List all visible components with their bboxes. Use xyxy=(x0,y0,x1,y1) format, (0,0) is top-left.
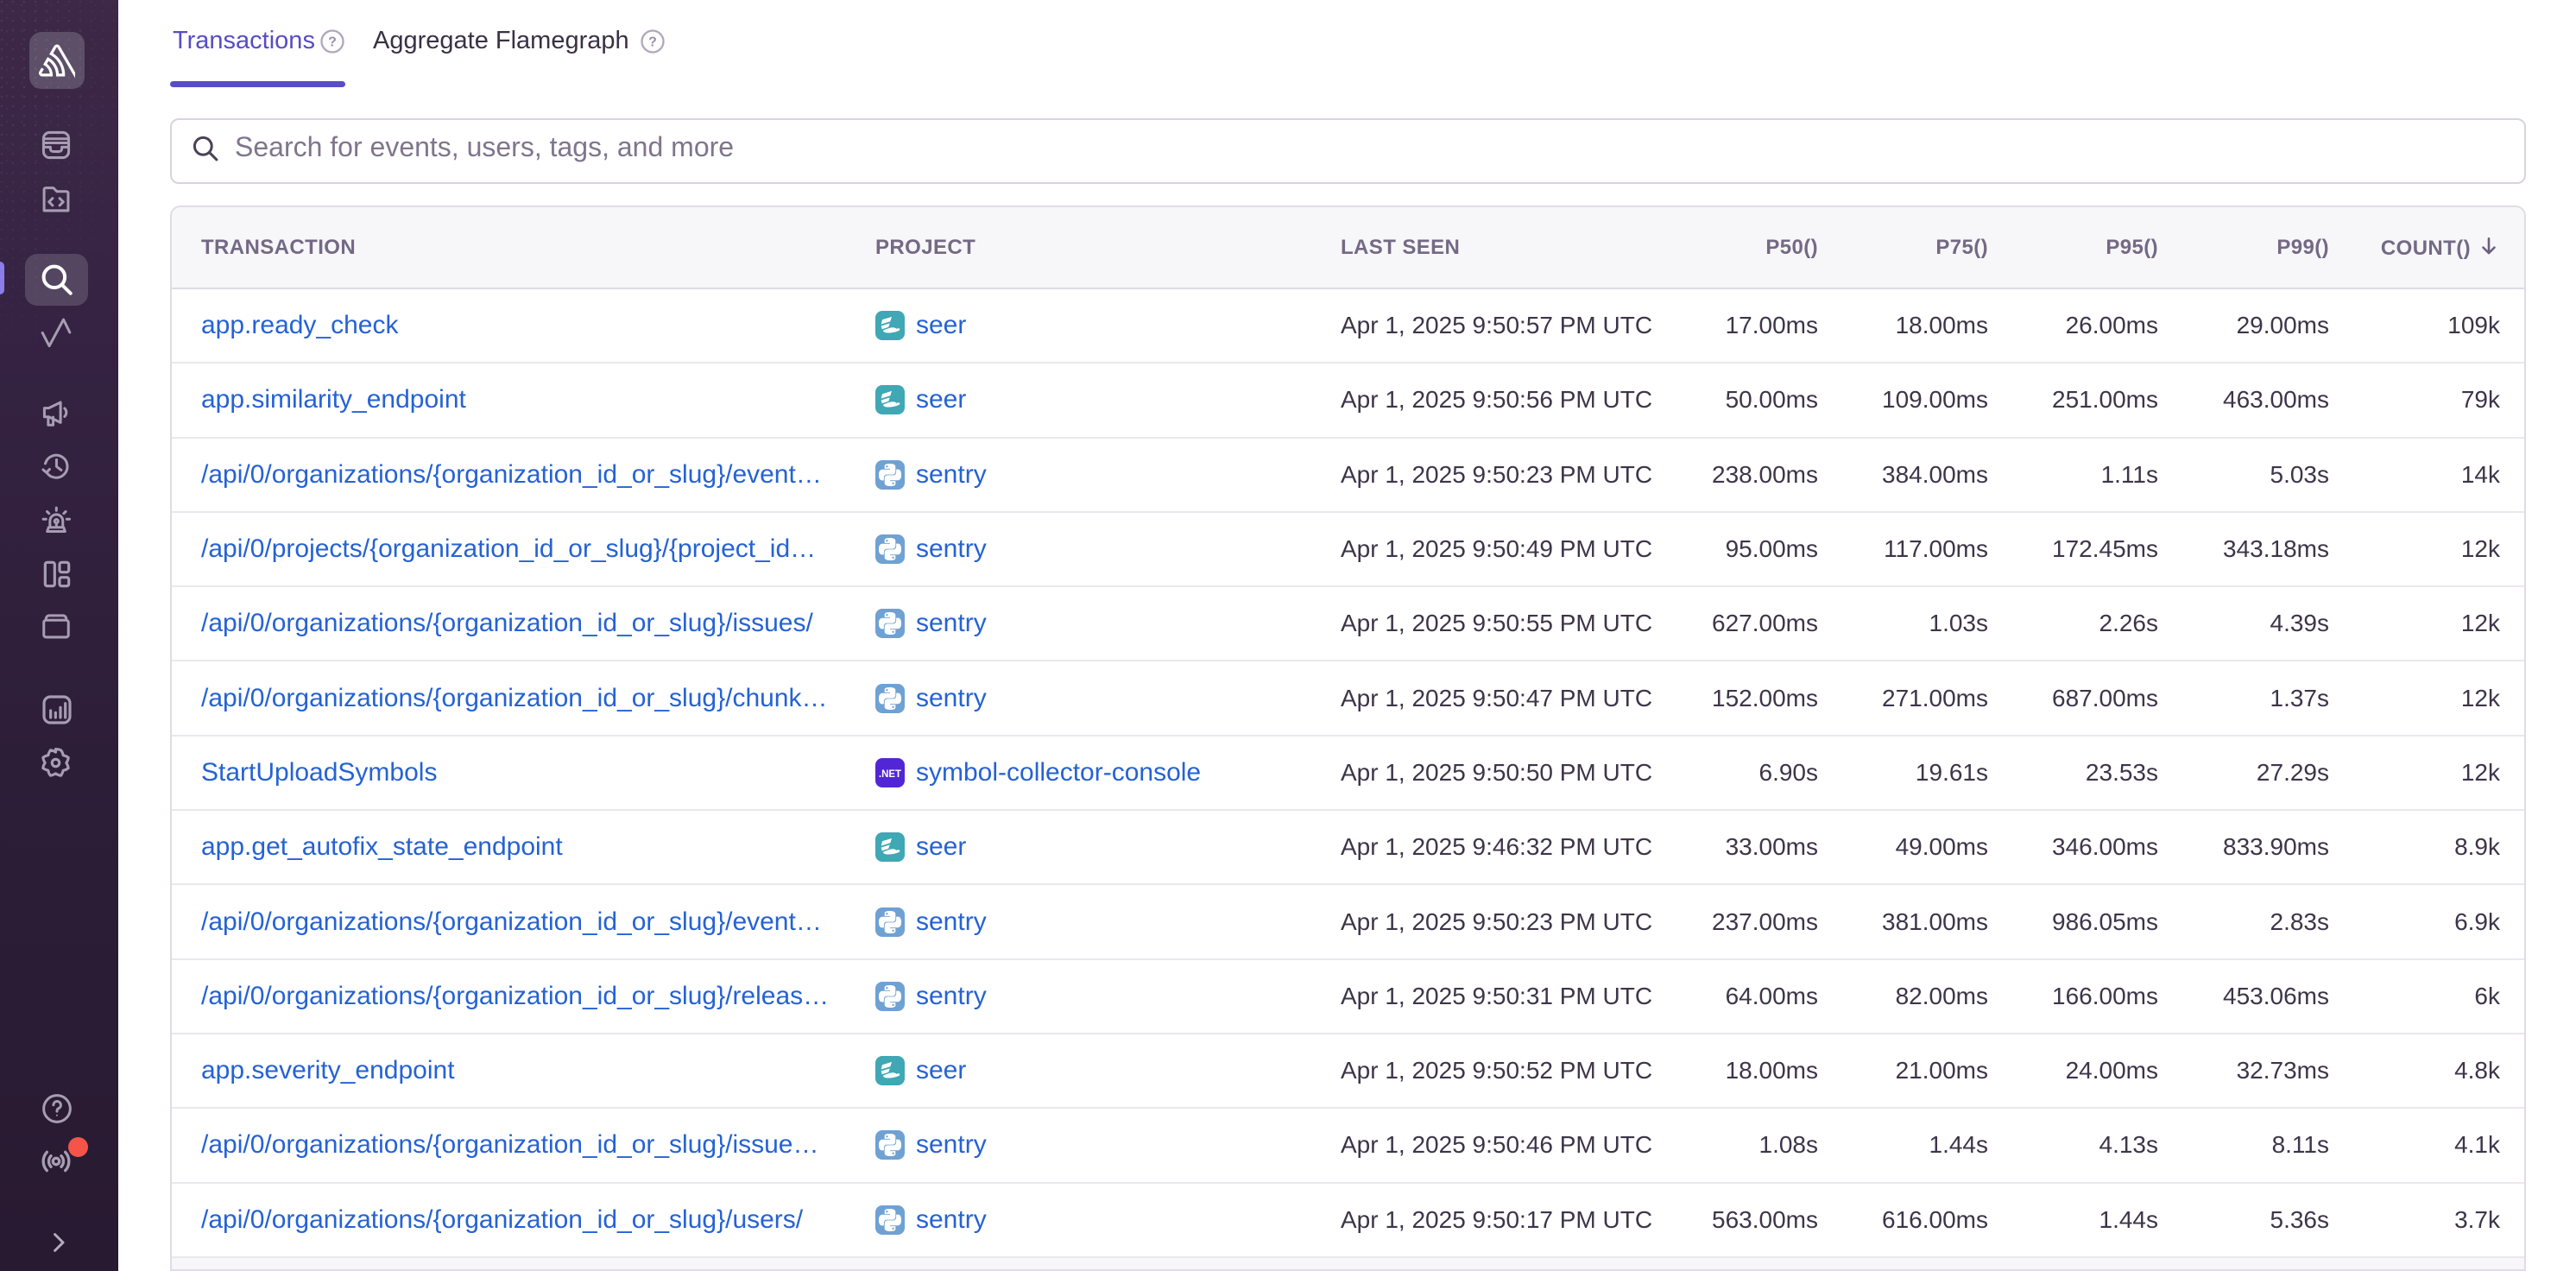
svg-text:?: ? xyxy=(328,35,337,50)
svg-text:.NET: .NET xyxy=(879,769,901,780)
svg-text:?: ? xyxy=(648,35,657,50)
